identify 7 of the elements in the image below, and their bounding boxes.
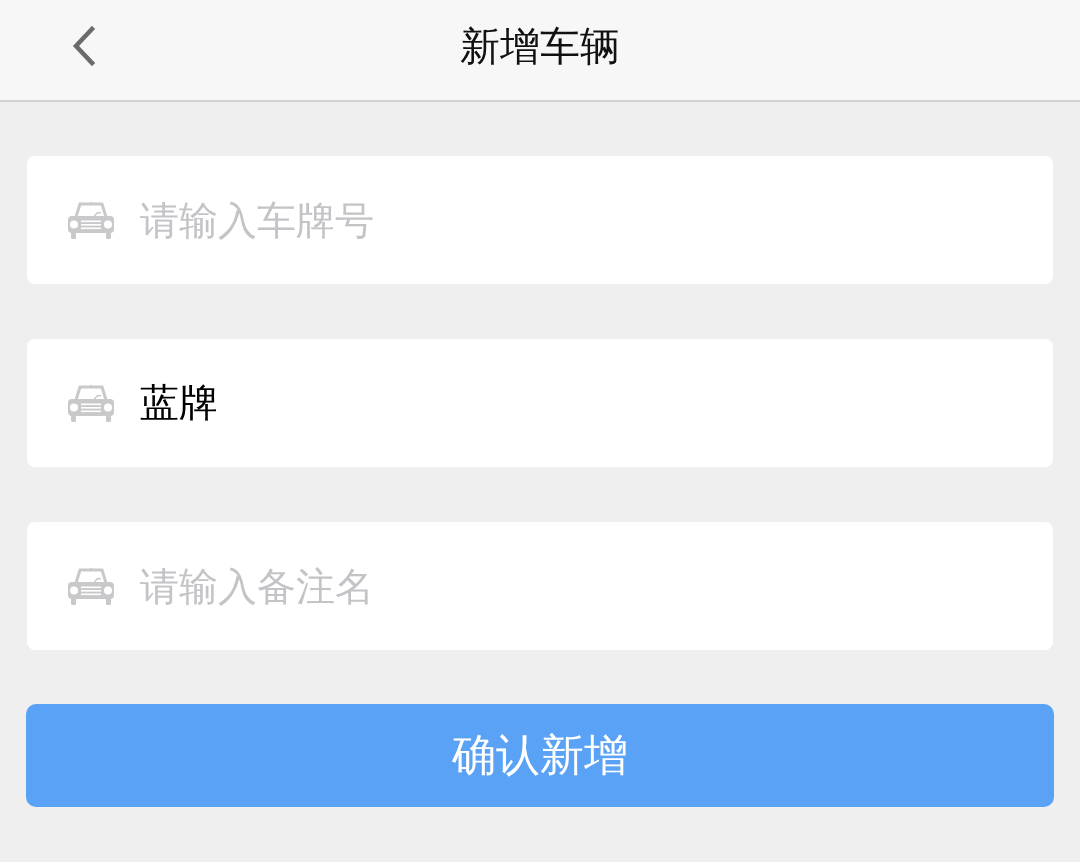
input-field[interactable]: 请输入备注名 [27,522,1053,650]
input-field[interactable]: 请输入车牌号 [27,156,1053,284]
car-icon [67,384,115,422]
page-title: 新增车辆 [460,22,620,70]
car-icon [67,201,115,239]
input-field[interactable]: 蓝牌 [27,339,1053,467]
car-icon [67,567,115,605]
